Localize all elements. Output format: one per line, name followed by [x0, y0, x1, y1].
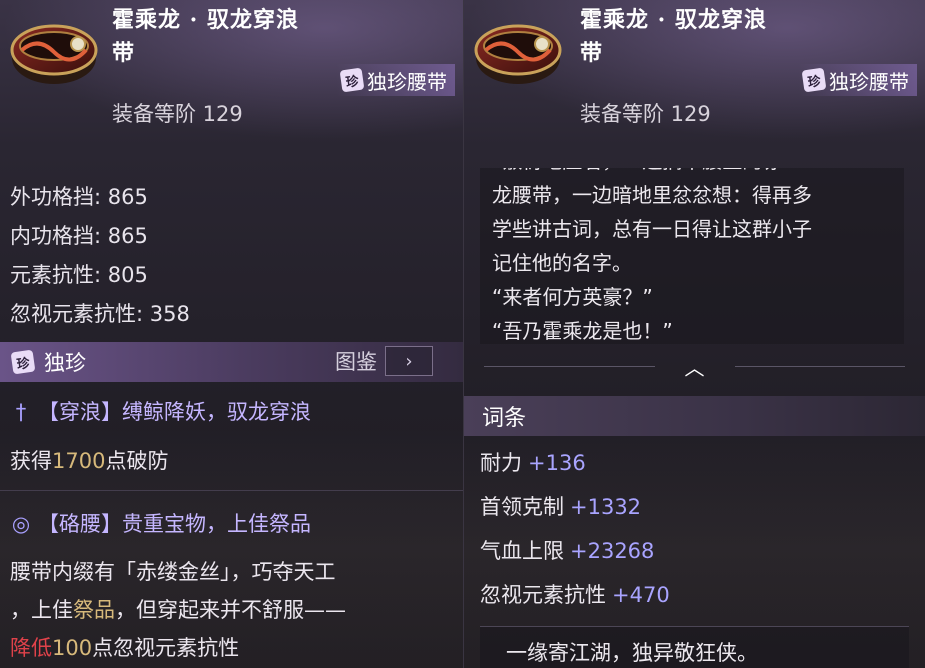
affix-value: +1332	[570, 495, 642, 519]
rarity-label: 独珍	[44, 351, 86, 375]
skill-chuanlang: † 【穿浪】缚鲸降妖，驭龙穿浪	[10, 396, 311, 426]
stats-list: 外功格挡: 865 内功格挡: 865 元素抗性: 805 忽视元素抗性: 35…	[10, 178, 190, 334]
description-line: ，上佳祭品，但穿起来并不舒服——	[10, 598, 346, 622]
codex-label: 图鉴	[335, 350, 377, 374]
affix-value: +136	[528, 451, 586, 475]
skill-title: 【穿浪】缚鲸降妖，驭龙穿浪	[38, 400, 311, 424]
lore-line: 学些讲古词，总有一日得让这群小子	[492, 217, 812, 241]
item-type-label: 独珍腰带	[829, 69, 909, 94]
affix-header: 词条	[464, 396, 925, 436]
swirl-icon: ◎	[11, 512, 31, 536]
divider-line	[484, 365, 655, 367]
sword-icon: †	[15, 400, 27, 424]
lore-line: “吾乃霍乘龙是也！”	[492, 319, 673, 343]
item-name: 霍乘龙 · 驭龙穿浪带	[580, 7, 767, 66]
collapse-toggle[interactable]: ︿	[464, 352, 925, 380]
affix-row: 首领克制 +1332	[480, 485, 670, 529]
stat-element-resist: 元素抗性: 805	[10, 263, 148, 287]
effect-value: 1700	[52, 449, 106, 473]
lore-line: 记住他的名字。	[492, 251, 632, 275]
belt-item-icon	[10, 24, 98, 84]
item-type-badge: 珍 独珍腰带	[799, 64, 917, 96]
belt-item-icon	[474, 24, 562, 84]
item-motto: 一缘寄江湖，独异敬狂侠。	[480, 626, 909, 668]
divider	[0, 490, 463, 491]
affix-name: 忽视元素抗性	[480, 583, 606, 607]
chevron-up-icon[interactable]: ︿	[675, 352, 715, 381]
affix-name: 首领克制	[480, 495, 564, 519]
lore-line: “来者何方英豪？”	[492, 285, 653, 309]
rarity-gem-icon: 珍	[801, 67, 827, 93]
lore-line: 龙腰带，一边暗地里忿忿想：得再多	[492, 183, 812, 207]
description-line: 腰带内缀有「赤缕金丝」，巧夺天工	[10, 560, 336, 584]
rarity-bar: 珍 独珍 图鉴 ›	[0, 342, 463, 382]
description-line: 降低100点忽视元素抗性	[10, 636, 240, 660]
affix-name: 耐力	[480, 451, 522, 475]
stat-internal-block: 内功格挡: 865	[10, 224, 148, 248]
rarity-gem-icon: 珍	[339, 67, 365, 93]
skill-geyao: ◎ 【硌腰】贵重宝物，上佳祭品	[10, 508, 311, 538]
item-tooltip-right: 霍乘龙 · 驭龙穿浪带 珍 独珍腰带 装备等阶 129 “敷衍地应着，一边摘下腰…	[463, 0, 925, 668]
skill-description: 腰带内缀有「赤缕金丝」，巧夺天工 ，上佳祭品，但穿起来并不舒服—— 降低100点…	[10, 553, 346, 667]
item-type-label: 独珍腰带	[367, 69, 447, 94]
item-type-badge: 珍 独珍腰带	[337, 64, 455, 96]
skill-effect: 获得1700点破防	[10, 449, 169, 473]
rarity-gem-icon: 珍	[10, 349, 36, 375]
affix-name: 气血上限	[480, 539, 564, 563]
stat-external-block: 外功格挡: 865	[10, 185, 148, 209]
affix-row: 耐力 +136	[480, 441, 670, 485]
arrow-right-icon[interactable]: ›	[385, 346, 433, 376]
stat-ignore-element-resist: 忽视元素抗性: 358	[10, 302, 190, 326]
affix-value: +470	[612, 583, 670, 607]
lore-text: “敷衍地应着，一边摘下腰上的赤 龙腰带，一边暗地里忿忿想：得再多 学些讲古词，总…	[492, 168, 812, 344]
item-tooltip-left: 霍乘龙 · 驭龙穿浪带 珍 独珍腰带 装备等阶 129 外功格挡: 865 内功…	[0, 0, 463, 668]
item-name: 霍乘龙 · 驭龙穿浪带	[112, 7, 299, 66]
codex-link[interactable]: 图鉴 ›	[335, 346, 433, 376]
affix-row: 忽视元素抗性 +470	[480, 573, 670, 617]
lore-scroll-box[interactable]: “敷衍地应着，一边摘下腰上的赤 龙腰带，一边暗地里忿忿想：得再多 学些讲古词，总…	[480, 168, 904, 344]
divider-line	[734, 365, 905, 367]
affix-value: +23268	[570, 539, 655, 563]
skill-title: 【硌腰】贵重宝物，上佳祭品	[38, 512, 311, 536]
equipment-tier: 装备等阶 129	[580, 102, 711, 126]
equipment-tier: 装备等阶 129	[112, 102, 243, 126]
affix-list: 耐力 +136 首领克制 +1332 气血上限 +23268 忽视元素抗性 +470	[480, 441, 670, 617]
affix-row: 气血上限 +23268	[480, 529, 670, 573]
lore-line: “敷衍地应着，一边摘下腰上的赤	[492, 168, 812, 178]
